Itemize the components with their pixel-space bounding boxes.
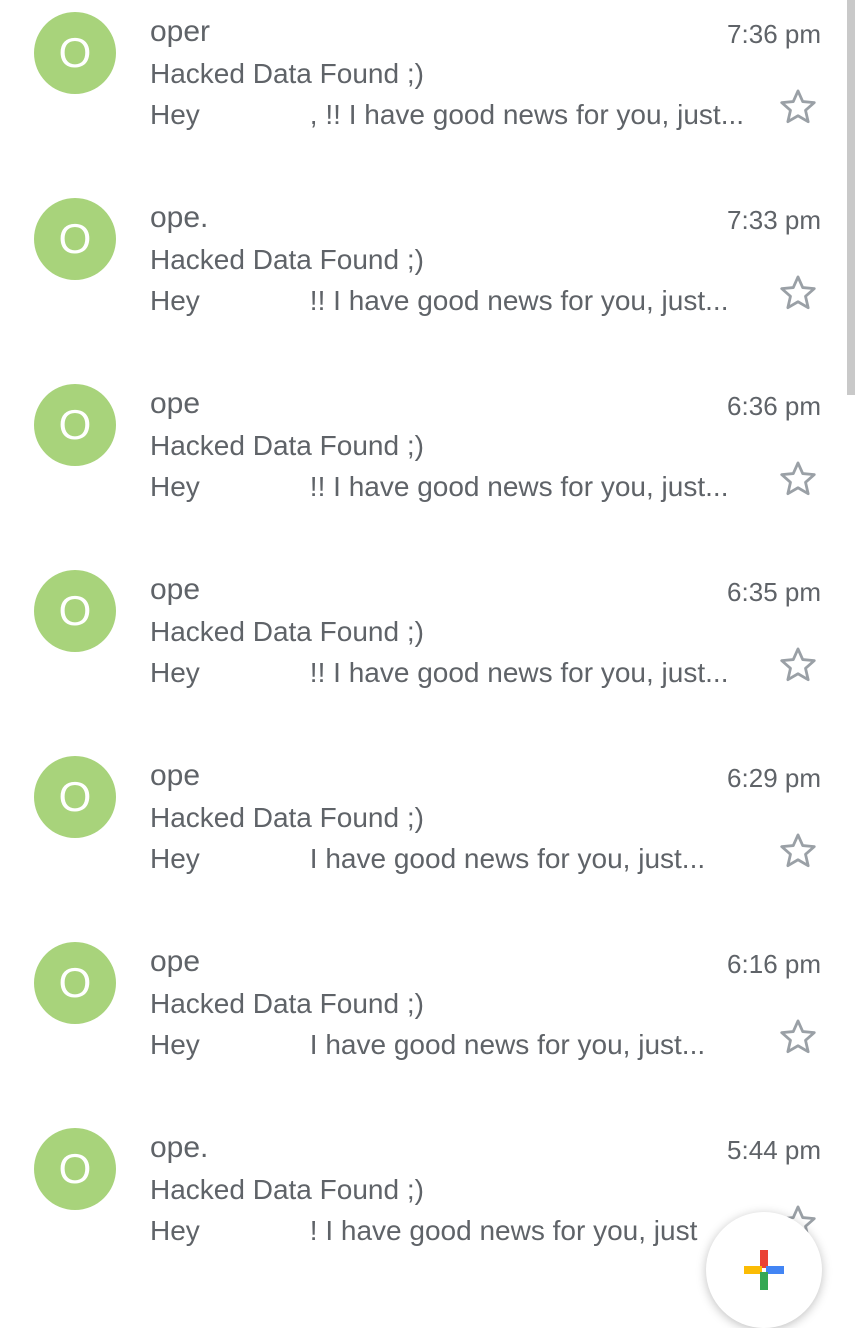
snippet-end: , !! I have good news for you, just... (309, 99, 742, 130)
email-subject: Hacked Data Found ;) (150, 988, 424, 1019)
email-time: 7:36 pm (727, 19, 821, 49)
sender-name: ope (150, 387, 201, 420)
email-snippet: Hey I have good news for you, just... (150, 1027, 742, 1063)
email-time: 6:29 pm (727, 763, 821, 793)
email-row[interactable]: O ope 6:36 pm Hacked Data Found ;) Hey!!… (0, 372, 855, 558)
scrollbar[interactable] (847, 0, 855, 395)
email-time: 6:16 pm (727, 949, 821, 979)
email-time: 6:36 pm (727, 391, 821, 421)
sender-avatar[interactable]: O (34, 756, 116, 838)
sender-name: ope (150, 573, 201, 606)
snippet-end: !! I have good news for you, just... (309, 471, 729, 502)
sender-name: oper (150, 15, 211, 48)
star-outline-icon[interactable] (777, 272, 819, 314)
snippet-end: !! I have good news for you, just... (309, 285, 729, 316)
email-subject: Hacked Data Found ;) (150, 802, 424, 833)
snippet-start: Hey (150, 1029, 200, 1060)
email-snippet: Hey !! I have good news for you, just... (150, 469, 742, 505)
compose-plus-icon (744, 1250, 784, 1290)
email-row[interactable]: O ope. 7:33 pm Hacked Data Found ;) Hey!… (0, 186, 855, 372)
snippet-end: I have good news for you, just... (309, 843, 706, 874)
star-outline-icon[interactable] (777, 1016, 819, 1058)
email-subject: Hacked Data Found ;) (150, 58, 424, 89)
star-outline-icon[interactable] (777, 830, 819, 872)
email-snippet: Hey ! I have good news for you, just (150, 1213, 742, 1249)
redacted-region (199, 1217, 310, 1248)
snippet-start: Hey (150, 1215, 200, 1246)
sender-name: ope. (150, 201, 209, 234)
star-outline-icon[interactable] (777, 458, 819, 500)
email-snippet: Hey !! I have good news for you, just... (150, 655, 742, 691)
redacted-region (199, 473, 310, 504)
sender-avatar[interactable]: O (34, 12, 116, 94)
sender-avatar[interactable]: O (34, 384, 116, 466)
email-snippet: Hey , !! I have good news for you, just..… (150, 97, 742, 133)
redacted-region (199, 1031, 310, 1062)
email-subject: Hacked Data Found ;) (150, 1174, 424, 1205)
snippet-start: Hey (150, 99, 200, 130)
email-subject: Hacked Data Found ;) (150, 430, 424, 461)
snippet-end: ! I have good news for you, just (309, 1215, 698, 1246)
sender-avatar[interactable]: O (34, 942, 116, 1024)
redacted-region (199, 845, 310, 876)
email-row[interactable]: O oper 7:36 pm Hacked Data Found ;) Hey,… (0, 0, 855, 186)
star-outline-icon[interactable] (777, 644, 819, 686)
email-row[interactable]: O ope 6:35 pm Hacked Data Found ;) Hey!!… (0, 558, 855, 744)
sender-name: ope (150, 945, 201, 978)
email-row[interactable]: O ope 6:16 pm Hacked Data Found ;) Hey I … (0, 930, 855, 1116)
email-snippet: Hey I have good news for you, just... (150, 841, 742, 877)
email-row[interactable]: O ope 6:29 pm Hacked Data Found ;) Hey I … (0, 744, 855, 930)
email-time: 5:44 pm (727, 1135, 821, 1165)
snippet-start: Hey (150, 657, 200, 688)
email-subject: Hacked Data Found ;) (150, 616, 424, 647)
sender-name: ope. (150, 1131, 209, 1164)
sender-avatar[interactable]: O (34, 570, 116, 652)
redacted-region (199, 101, 310, 132)
snippet-end: I have good news for you, just... (309, 1029, 706, 1060)
email-list: O oper 7:36 pm Hacked Data Found ;) Hey,… (0, 0, 855, 1302)
email-subject: Hacked Data Found ;) (150, 244, 424, 275)
snippet-start: Hey (150, 843, 200, 874)
star-outline-icon[interactable] (777, 86, 819, 128)
email-time: 6:35 pm (727, 577, 821, 607)
sender-avatar[interactable]: O (34, 1128, 116, 1210)
snippet-start: Hey (150, 471, 200, 502)
compose-button[interactable] (706, 1212, 822, 1328)
snippet-start: Hey (150, 285, 200, 316)
redacted-region (199, 659, 310, 690)
sender-name: ope (150, 759, 201, 792)
email-time: 7:33 pm (727, 205, 821, 235)
email-snippet: Hey !! I have good news for you, just... (150, 283, 742, 319)
sender-avatar[interactable]: O (34, 198, 116, 280)
redacted-region (199, 287, 310, 318)
snippet-end: !! I have good news for you, just... (309, 657, 729, 688)
